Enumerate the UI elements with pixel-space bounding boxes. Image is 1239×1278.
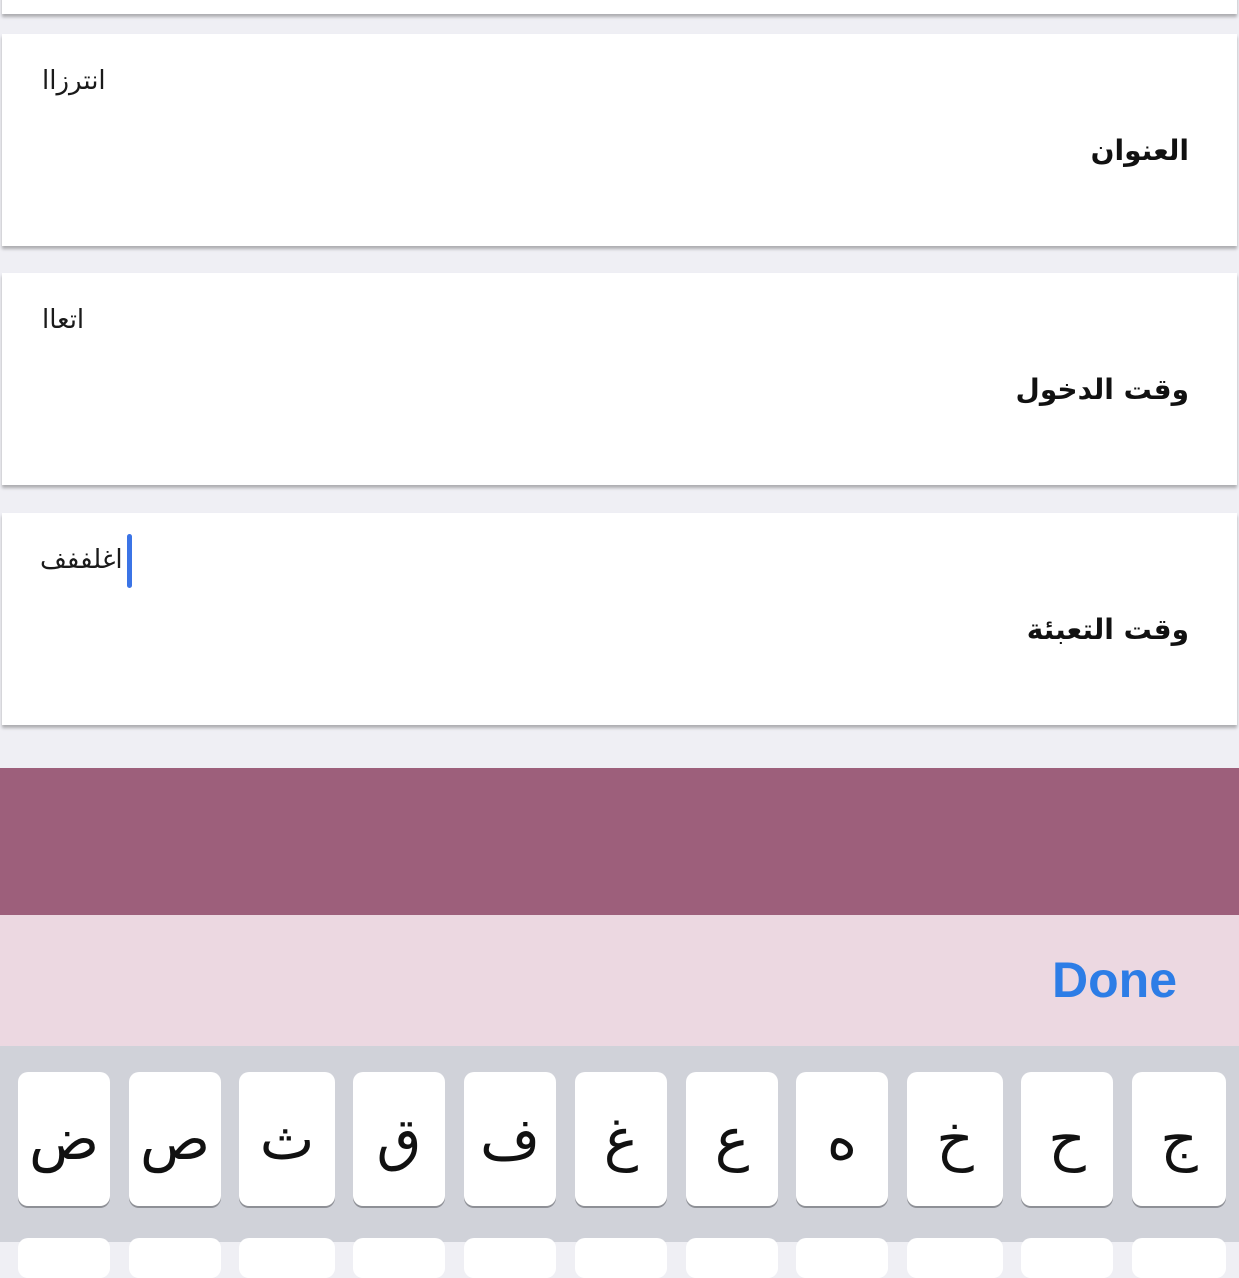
title-field-card[interactable]: انترزاا العنوان (2, 34, 1237, 246)
arabic-keyboard: ض ص ث ق ف غ ع ه خ ح ج (0, 1046, 1239, 1278)
key-row2[interactable] (907, 1238, 1003, 1278)
key-sad[interactable]: ص (129, 1072, 221, 1206)
key-row2[interactable] (796, 1238, 888, 1278)
entry-time-field-value[interactable]: اتعاا (42, 305, 84, 335)
key-theh[interactable]: ث (239, 1072, 335, 1206)
key-row2[interactable] (18, 1238, 110, 1278)
fill-time-field-card[interactable]: اغلففف وقت التعبئة (2, 513, 1237, 725)
entry-time-field-label: وقت الدخول (1015, 373, 1189, 406)
key-row2[interactable] (239, 1238, 335, 1278)
keyboard-accessory-bar: Done (0, 915, 1239, 1046)
accent-bar (0, 768, 1239, 915)
done-button[interactable]: Done (1052, 951, 1177, 1009)
key-row2[interactable] (129, 1238, 221, 1278)
key-dad[interactable]: ض (18, 1072, 110, 1206)
key-jeem[interactable]: ج (1132, 1072, 1226, 1206)
key-row2[interactable] (1132, 1238, 1226, 1278)
key-heh[interactable]: ه (796, 1072, 888, 1206)
key-row2[interactable] (464, 1238, 556, 1278)
key-row2[interactable] (1021, 1238, 1113, 1278)
key-ghain[interactable]: غ (575, 1072, 667, 1206)
key-qaf[interactable]: ق (353, 1072, 445, 1206)
key-ain[interactable]: ع (686, 1072, 778, 1206)
previous-field-card (2, 0, 1237, 14)
key-khah[interactable]: خ (907, 1072, 1003, 1206)
key-row2[interactable] (353, 1238, 445, 1278)
key-row2[interactable] (686, 1238, 778, 1278)
title-field-label: العنوان (1090, 134, 1189, 167)
key-feh[interactable]: ف (464, 1072, 556, 1206)
key-hah[interactable]: ح (1021, 1072, 1113, 1206)
key-row2[interactable] (575, 1238, 667, 1278)
fill-time-field-label: وقت التعبئة (1026, 613, 1189, 646)
text-cursor (127, 534, 132, 588)
fill-time-field-value[interactable]: اغلففف (40, 545, 123, 575)
title-field-value[interactable]: انترزاا (42, 66, 106, 96)
entry-time-field-card[interactable]: اتعاا وقت الدخول (2, 273, 1237, 485)
